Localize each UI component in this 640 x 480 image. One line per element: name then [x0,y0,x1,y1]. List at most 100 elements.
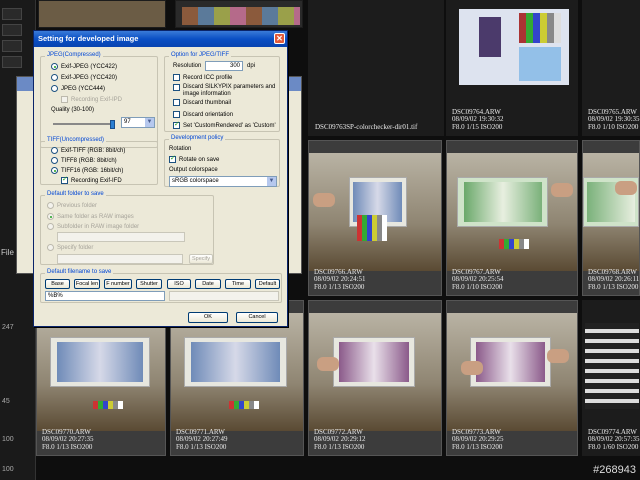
ok-button[interactable]: OK [188,312,228,323]
thumbnail-cell[interactable]: DSC09774.ARW 08/09/02 20:57:35 F8.0 1/60… [582,300,640,456]
default-filename-title: Default filename to save [45,269,114,275]
radio-tiff8[interactable]: TIFF8 (RGB: 8bit/ch) [51,157,117,164]
development-policy-group: Development policy Rotation Rotate on sa… [164,135,280,187]
filename-iso-button[interactable]: ISO [167,279,191,289]
option-group-title: Option for JPEG/TIFF [169,52,232,58]
recording-exif-checkbox[interactable]: Recording Exif-IPD [61,96,122,103]
discard-silkypix-checkbox[interactable]: Discard SILKYPIX parameters and image in… [173,84,277,98]
set-custom-rendered-checkbox[interactable]: Set 'CustomRendered' as 'Custom' [173,120,276,129]
specify-button[interactable]: Specify [189,254,213,264]
tiff-group: TIFF(Uncompressed) Exif-TIFF (RGB: 8bit/… [40,137,158,185]
thumbnail-cell[interactable]: DSC09765.ARW 08/09/02 19:30:35 F8.0 1/10… [582,0,640,136]
chevron-down-icon[interactable]: ▼ [267,177,276,186]
record-icc-checkbox[interactable]: Record ICC profile [173,74,232,81]
color-chart-image [182,7,300,25]
filename-shutter-button[interactable]: Shutter [136,279,162,289]
rotate-on-save-checkbox[interactable]: Rotate on save [169,154,219,163]
jpeg-group-title: JPEG(Compressed) [45,52,103,58]
close-icon[interactable]: ✕ [274,33,285,44]
thumbnail-exposure: F8.0 1/13 ISO200 [452,442,503,451]
thumbnail-cell[interactable]: DSC09768.ARW 08/09/02 20:26:11 F8.0 1/13… [582,140,640,296]
panel-button[interactable] [2,8,22,20]
file-caption: File [1,248,14,257]
thumbnail-image [37,313,165,431]
panel-button[interactable] [2,40,22,52]
radio-exif-jpeg-422[interactable]: Exif-JPEG (YCC422) [51,63,117,70]
development-policy-title: Development policy [169,135,226,141]
thumbnail-cell[interactable]: DSC09763SP-colorchecker-dir01.tif [308,0,444,136]
dialog-titlebar[interactable]: Setting for developed image ✕ [34,31,287,47]
quality-slider-knob[interactable] [110,120,115,129]
dialog-title: Setting for developed image [38,34,139,43]
filename-pattern-input[interactable]: %B% [45,291,165,301]
radio-previous-folder[interactable]: Previous folder [47,202,97,209]
filename-default-button[interactable]: Default [255,279,280,289]
radio-tiff16[interactable]: TIFF16 (RGB: 16bit/ch) [51,167,123,174]
thumbnail-exposure: F8.0 1/13 ISO200 [314,442,365,451]
radio-exif-tiff[interactable]: Exif-TIFF (RGB: 8bit/ch) [51,147,125,154]
panel-value: 45 [2,398,10,405]
thumbnail-image [309,313,441,431]
thumbnail-exposure: F8.0 1/10 ISO200 [452,282,503,291]
thumbnail-cell[interactable]: DSC09766.ARW 08/09/02 20:24:51 F8.0 1/13… [308,140,442,296]
default-folder-title: Default folder to save [45,191,106,197]
radio-exif-jpeg-420[interactable]: Exif-JPEG (YCC420) [51,74,117,81]
thumbnail-image [583,153,639,271]
filename-base-button[interactable]: Base [45,279,70,289]
thumbnail-exposure: F8.0 1/60 ISO200 [588,442,639,451]
default-filename-group: Default filename to save Base Focal len … [40,269,282,303]
resolution-input[interactable]: 300 [205,61,243,71]
thumbnail-exposure: F8.0 1/13 ISO200 [588,282,639,291]
watermark-id: #268943 [593,464,636,476]
filename-preview [169,291,279,301]
resolution-unit: dpi [247,63,256,69]
output-colorspace-select[interactable]: sRGB colorspace ▼ [169,176,277,187]
thumbnail-image [447,313,577,431]
thumbnail-exposure: F8.0 1/10 ISO200 [588,122,639,131]
filename-fnumber-button[interactable]: F number [104,279,132,289]
thumbnail-image [459,9,569,85]
thumbnail-partial[interactable] [175,0,303,28]
chevron-down-icon[interactable]: ▼ [145,118,154,127]
output-colorspace-label: Output colorspace [169,167,218,173]
discard-thumbnail-checkbox[interactable]: Discard thumbnail [173,99,231,106]
radio-subfolder[interactable]: Subfolder in RAW image folder [47,223,139,230]
recording-exif-ifd-checkbox[interactable]: Recording Exif-IFD [61,175,122,184]
thumbnail-exposure: F8.0 1/15 ISO200 [452,122,503,131]
developed-image-settings-dialog: Setting for developed image ✕ JPEG(Compr… [33,30,288,327]
thumbnail-image [447,153,577,271]
radio-specify-folder[interactable]: Specify folder [47,244,93,251]
thumbnail-cell[interactable]: DSC09772.ARW 08/09/02 20:29:12 F8.0 1/13… [308,300,442,456]
thumbnail-exposure: F8.0 1/13 ISO200 [176,442,227,451]
thumbnail-image [171,313,303,431]
quality-select[interactable]: 97 ▼ [121,117,155,128]
resolution-label: Resolution [173,63,202,69]
filename-time-button[interactable]: Time [225,279,251,289]
panel-value: 100 [2,436,14,443]
discard-orientation-checkbox[interactable]: Discard orientation [173,111,233,118]
thumbnail-partial[interactable] [38,0,166,28]
thumbnail-exposure: F8.0 1/13 ISO200 [42,442,93,451]
thumbnail-filename: DSC09763SP-colorchecker-dir01.tif [315,122,418,131]
color-checker [519,13,561,43]
filename-focal-button[interactable]: Focal len [74,279,100,289]
panel-button[interactable] [2,24,22,36]
cancel-button[interactable]: Cancel [236,312,278,323]
thumbnail-cell[interactable]: DSC09767.ARW 08/09/02 20:25:54 F8.0 1/10… [446,140,578,296]
panel-value: 247 [2,324,14,331]
subfolder-input[interactable] [57,232,185,242]
thumbnail-cell[interactable]: DSC09773.ARW 08/09/02 20:29:25 F8.0 1/13… [446,300,578,456]
default-folder-group: Default folder to save Previous folder S… [40,191,214,265]
radio-same-folder[interactable]: Same folder as RAW images [47,213,134,220]
tiff-group-title: TIFF(Uncompressed) [45,137,107,143]
thumbnail-image [309,153,441,271]
filename-date-button[interactable]: Date [195,279,221,289]
thumbnail-exposure: F8.0 1/13 ISO200 [314,282,365,291]
thumbnail-cell[interactable]: DSC09764.ARW 08/09/02 19:30:32 F8.0 1/15… [446,0,578,136]
specify-folder-input[interactable] [57,254,183,264]
radio-jpeg-444[interactable]: JPEG (YCC444) [51,85,105,92]
panel-button[interactable] [2,56,22,68]
option-group: Option for JPEG/TIFF Resolution 300 dpi … [164,52,280,132]
quality-slider[interactable] [53,120,115,129]
color-checker [356,215,387,241]
